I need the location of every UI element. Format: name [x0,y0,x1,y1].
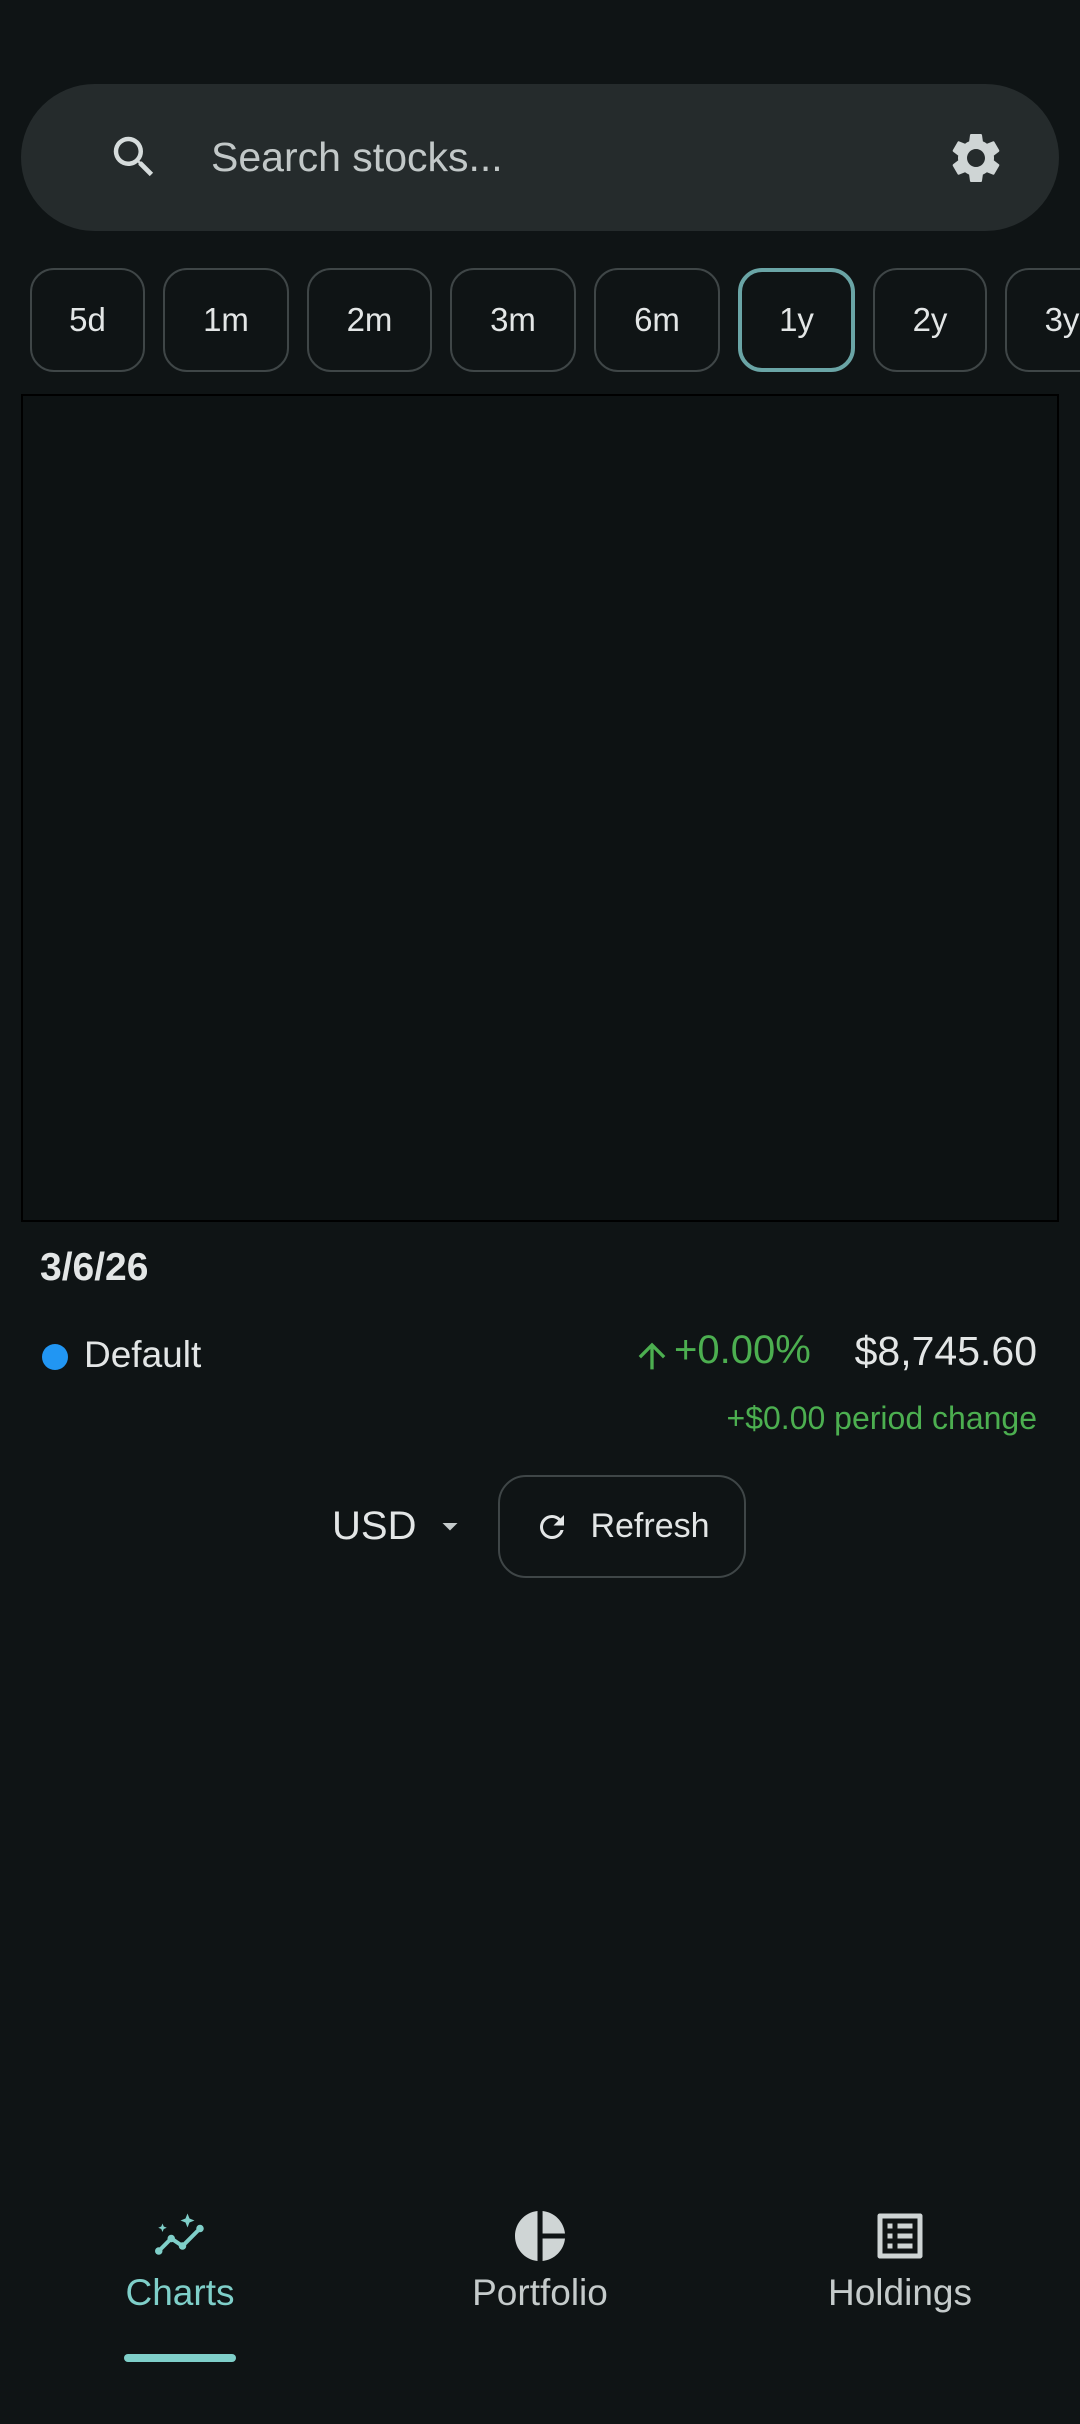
nav-item-portfolio[interactable]: Portfolio [360,2180,720,2370]
currency-dropdown[interactable]: USD [332,1494,468,1558]
list-icon [877,2213,923,2259]
currency-value: USD [332,1503,417,1548]
search-icon [113,136,154,177]
range-chip-5d[interactable]: 5d [30,268,145,372]
chart-area[interactable] [21,394,1059,1222]
series-name: Default [84,1334,202,1375]
arrow-up-icon [638,1342,666,1370]
gear-icon[interactable] [946,128,1006,188]
refresh-icon [540,1514,565,1539]
charts-icon [155,2213,204,2255]
refresh-label: Refresh [590,1507,710,1545]
total-value: $8,745.60 [854,1328,1037,1374]
range-chip-1y[interactable]: 1y [738,268,855,372]
search-input[interactable] [211,84,931,231]
range-chip-3y[interactable]: 3y [1005,268,1080,372]
nav-label-portfolio: Portfolio [472,2272,608,2313]
range-chip-2m[interactable]: 2m [307,268,432,372]
search-bar[interactable] [21,84,1059,231]
range-chip-3m[interactable]: 3m [450,268,576,372]
bottom-navigation: Charts Portfolio Holdings [0,2180,1080,2424]
nav-item-holdings[interactable]: Holdings [720,2180,1080,2370]
nav-label-charts: Charts [125,2272,235,2313]
series-color-dot [42,1344,68,1370]
period-change: +$0.00 period change [726,1400,1037,1436]
dropdown-arrow-icon [442,1523,458,1531]
change-percent: +0.00% [674,1328,811,1372]
pie-chart-icon [515,2211,565,2261]
range-chip-2y[interactable]: 2y [873,268,987,372]
range-selector: 5d 1m 2m 3m 6m 1y 2y 3y [0,268,1080,372]
refresh-button[interactable]: Refresh [498,1475,746,1578]
active-indicator [124,2354,236,2362]
selected-date: 3/6/26 [40,1246,149,1289]
nav-label-holdings: Holdings [828,2272,972,2313]
range-chip-1m[interactable]: 1m [163,268,289,372]
nav-item-charts[interactable]: Charts [0,2180,360,2370]
range-chip-6m[interactable]: 6m [594,268,720,372]
